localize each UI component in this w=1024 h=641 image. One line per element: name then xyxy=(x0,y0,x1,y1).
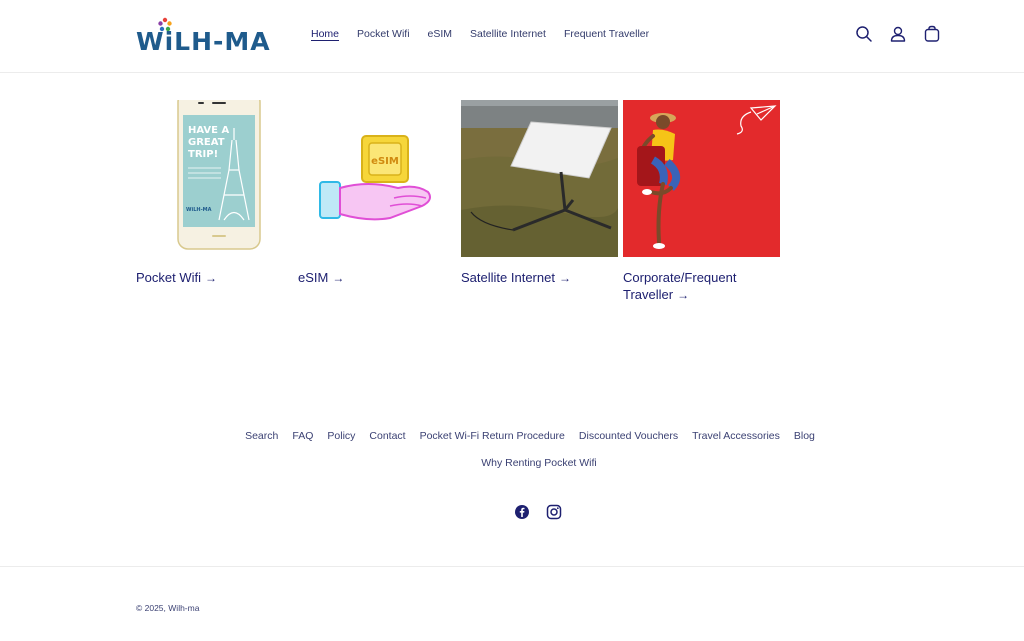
collection-title-satellite-internet[interactable]: Satellite Internet → xyxy=(461,269,618,287)
tile-text-line3: TRIP! xyxy=(188,149,218,160)
footer-bottom: © 2025, Wilh-ma xyxy=(0,566,1024,641)
esim-image[interactable]: eSIM xyxy=(298,100,455,257)
footer-link-discounted-vouchers[interactable]: Discounted Vouchers xyxy=(579,430,678,442)
instagram-icon[interactable] xyxy=(546,504,562,520)
collection-card-satellite-internet[interactable]: Satellite Internet → xyxy=(461,100,618,287)
footer-link-return-procedure[interactable]: Pocket Wi-Fi Return Procedure xyxy=(420,430,565,442)
collection-card-corporate-frequent-traveller[interactable]: Corporate/Frequent Traveller → xyxy=(623,100,780,304)
chip-label: eSIM xyxy=(371,156,399,167)
facebook-icon[interactable] xyxy=(514,504,530,520)
copyright-owner-link[interactable]: Wilh-ma xyxy=(168,603,199,613)
search-icon[interactable] xyxy=(854,24,874,44)
footer-link-travel-accessories[interactable]: Travel Accessories xyxy=(692,430,780,442)
social-links xyxy=(514,504,562,520)
tile-text-line1: HAVE A xyxy=(188,125,229,136)
tile-text-line2: GREAT xyxy=(188,137,225,148)
copyright: © 2025, Wilh-ma xyxy=(136,603,199,613)
nav-item-pocket-wifi[interactable]: Pocket Wifi xyxy=(357,28,410,40)
brand-logo[interactable]: WiLH-MA xyxy=(136,17,282,53)
collection-card-esim[interactable]: eSIM eSIM → xyxy=(298,100,455,287)
collection-title-line2: Traveller xyxy=(623,287,674,302)
main-nav: Home Pocket Wifi eSIM Satellite Internet… xyxy=(311,28,667,40)
pocket-wifi-image[interactable]: HAVE A GREAT TRIP! WiLH-MA xyxy=(136,100,293,257)
nav-item-esim[interactable]: eSIM xyxy=(428,28,453,40)
header-actions xyxy=(854,24,942,44)
footer-link-search[interactable]: Search xyxy=(245,430,278,442)
esim-chip-icon: eSIM xyxy=(361,135,409,183)
satellite-image[interactable] xyxy=(461,100,618,257)
footer-link-blog[interactable]: Blog xyxy=(794,430,815,442)
nav-item-frequent-traveller[interactable]: Frequent Traveller xyxy=(564,28,649,40)
tile-brand: WiLH-MA xyxy=(186,207,212,213)
collection-title-corporate-frequent-traveller[interactable]: Corporate/Frequent Traveller → xyxy=(623,269,780,304)
collection-title-text: Satellite Internet xyxy=(461,270,555,285)
collection-title-text: Pocket Wifi xyxy=(136,270,202,285)
site-header: WiLH-MA Home Pocket Wifi eSIM Satellite … xyxy=(0,0,1024,73)
arrow-right-icon: → xyxy=(332,271,345,285)
collection-title-pocket-wifi[interactable]: Pocket Wifi → xyxy=(136,269,293,287)
logo-text: WiLH-MA xyxy=(136,27,271,53)
account-icon[interactable] xyxy=(888,24,908,44)
footer-link-contact[interactable]: Contact xyxy=(369,430,405,442)
cart-icon[interactable] xyxy=(922,24,942,44)
footer-link-policy[interactable]: Policy xyxy=(327,430,355,442)
arrow-right-icon: → xyxy=(205,271,218,285)
footer-menu: Search FAQ Policy Contact Pocket Wi-Fi R… xyxy=(0,430,1024,469)
arrow-right-icon: → xyxy=(558,271,571,285)
nav-item-home[interactable]: Home xyxy=(311,28,339,40)
collection-title-text: eSIM xyxy=(298,270,329,285)
arrow-right-icon: → xyxy=(677,288,690,302)
traveller-image[interactable] xyxy=(623,100,780,257)
footer-link-why-renting[interactable]: Why Renting Pocket Wifi xyxy=(481,457,597,469)
footer-link-faq[interactable]: FAQ xyxy=(292,430,313,442)
collection-title-line1: Corporate/Frequent xyxy=(623,270,737,285)
collection-card-pocket-wifi[interactable]: HAVE A GREAT TRIP! WiLH-MA Pocket Wifi → xyxy=(136,100,293,287)
collection-title-esim[interactable]: eSIM → xyxy=(298,269,455,287)
copyright-prefix: © 2025, xyxy=(136,603,166,613)
nav-item-satellite-internet[interactable]: Satellite Internet xyxy=(470,28,546,40)
